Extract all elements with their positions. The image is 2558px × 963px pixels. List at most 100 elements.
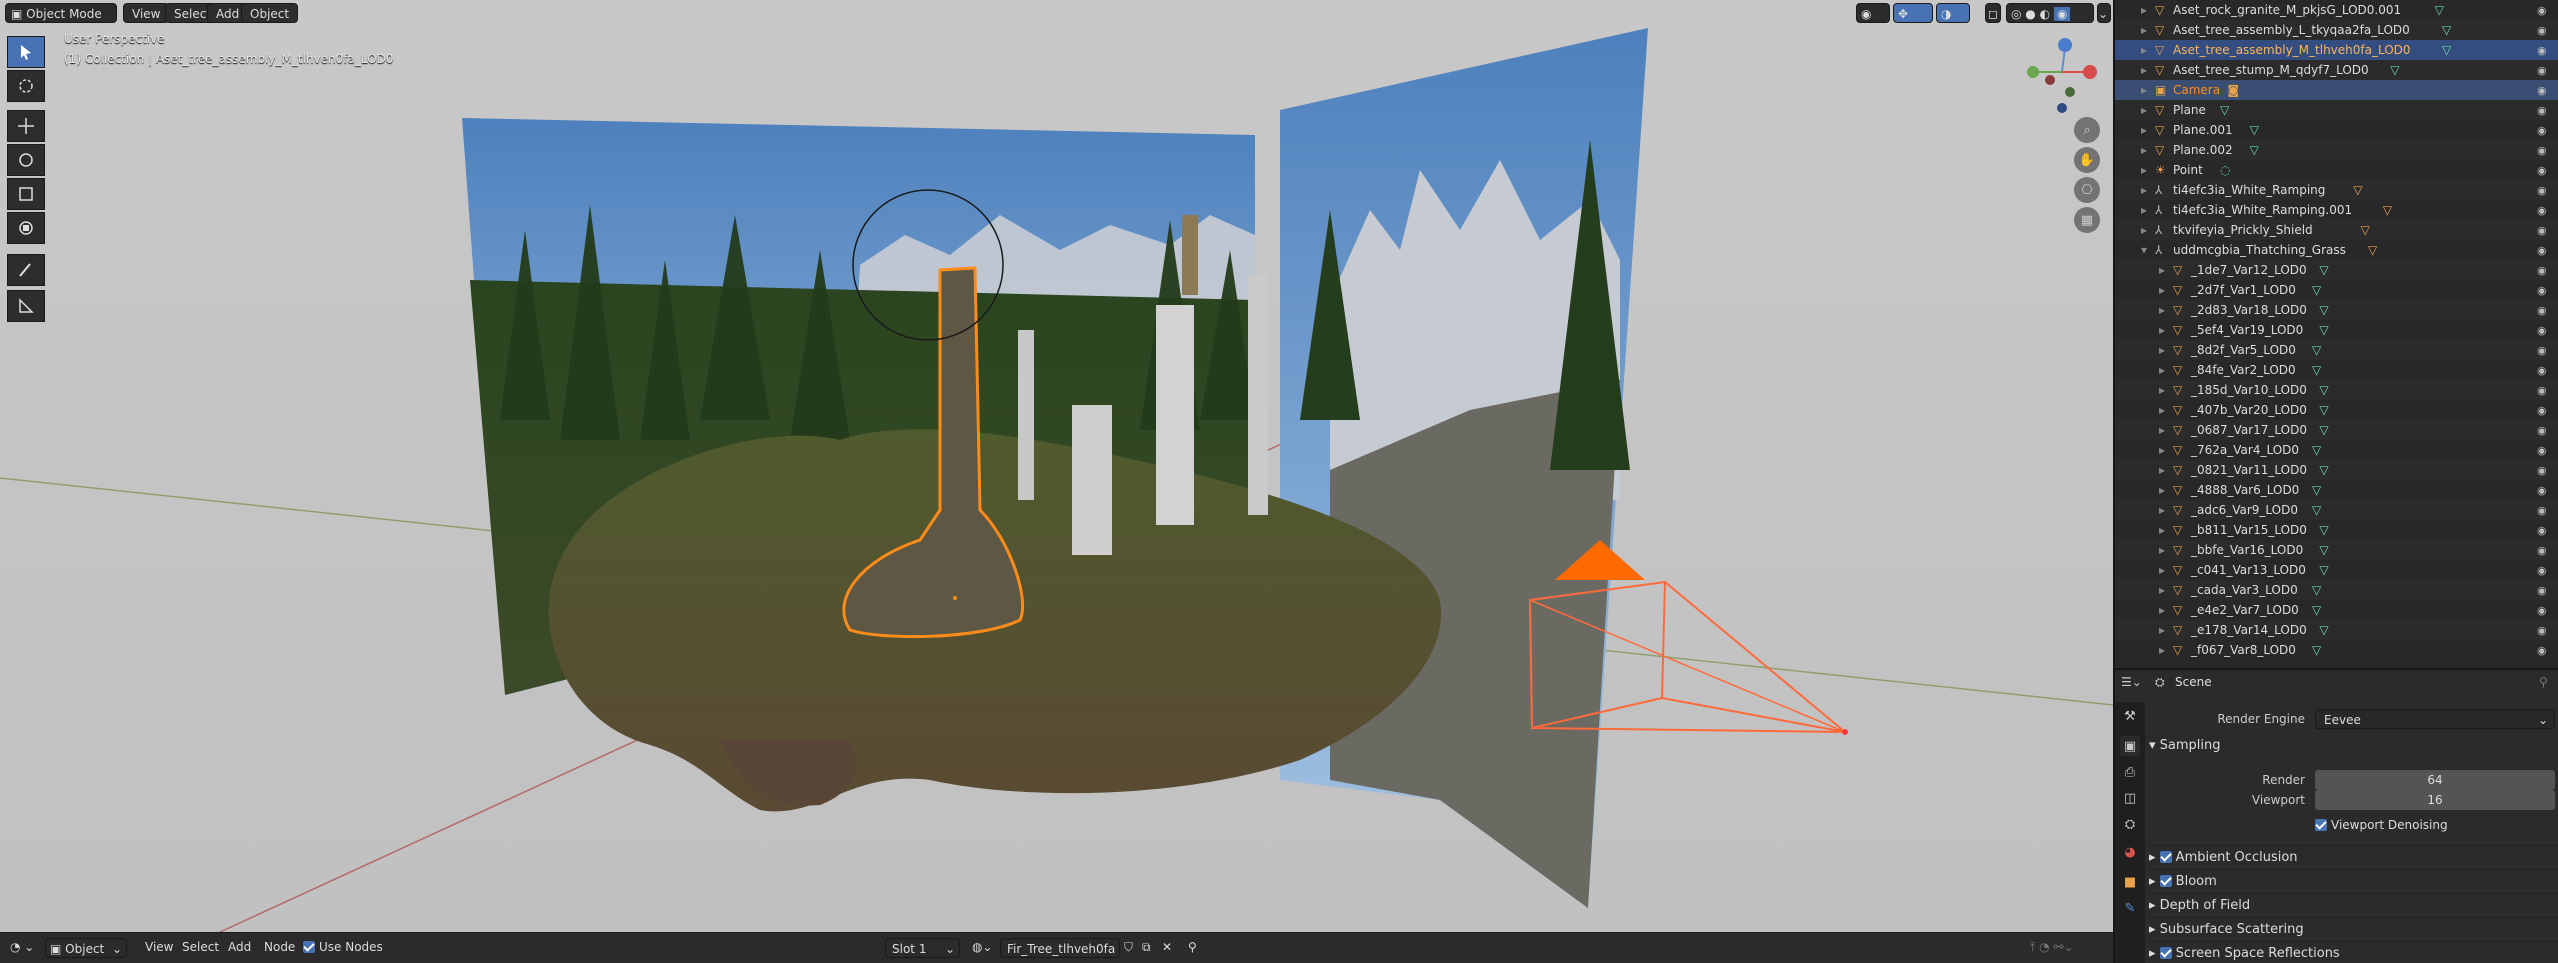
mesh-data-icon[interactable]: ▽ xyxy=(2390,63,2399,77)
outliner-panel[interactable]: ▸ ▽ Aset_rock_granite_M_pkjsG_LOD0.001 ▽ ◉ ▸ ▽… xyxy=(2113,0,2558,668)
material-browse-icon[interactable]: ◍⌄ xyxy=(972,940,993,954)
mesh-data-icon[interactable]: ▽ xyxy=(2220,103,2229,117)
camera-view-button[interactable]: ⎔ xyxy=(2074,177,2100,203)
collapsed-arrow-icon[interactable]: ▸ xyxy=(2159,403,2165,417)
mesh-data-icon[interactable]: ▽ xyxy=(2361,223,2370,237)
use-nodes-checkbox[interactable]: Use Nodes xyxy=(303,940,383,954)
bottom-menu-select[interactable]: Select xyxy=(182,940,219,954)
eye-icon[interactable]: ◉ xyxy=(2537,64,2547,77)
eye-icon[interactable]: ◉ xyxy=(2537,304,2547,317)
render-engine-dropdown[interactable]: Eevee ⌄ xyxy=(2315,709,2555,729)
mesh-data-icon[interactable]: ▽ xyxy=(2312,643,2321,657)
outliner-row[interactable]: ▸ ▽ _0821_Var11_LOD0 ▽ ◉ xyxy=(2115,460,2558,480)
rotate-tool[interactable] xyxy=(7,144,45,176)
mesh-data-icon[interactable]: ▽ xyxy=(2250,123,2259,137)
outliner-row[interactable]: ▸ ▽ _1de7_Var12_LOD0 ▽ ◉ xyxy=(2115,260,2558,280)
outliner-row[interactable]: ▸ ▽ _bbfe_Var16_LOD0 ▽ ◉ xyxy=(2115,540,2558,560)
duplicate-icon[interactable]: ⧉ xyxy=(1142,940,1151,955)
collapsed-arrow-icon[interactable]: ▸ xyxy=(2141,163,2147,177)
mesh-data-icon[interactable]: ▽ xyxy=(2312,283,2321,297)
bottom-menu-view[interactable]: View xyxy=(145,940,173,954)
mesh-data-icon[interactable]: ▽ xyxy=(2319,563,2328,577)
eye-icon[interactable]: ◉ xyxy=(2537,124,2547,137)
outliner-row[interactable]: ▸ ▽ _2d83_Var18_LOD0 ▽ ◉ xyxy=(2115,300,2558,320)
mesh-data-icon[interactable]: ▽ xyxy=(2312,443,2321,457)
eye-icon[interactable]: ◉ xyxy=(2537,644,2547,657)
eye-icon[interactable]: ◉ xyxy=(2537,264,2547,277)
eye-icon[interactable]: ◉ xyxy=(2537,4,2547,17)
eye-icon[interactable]: ◉ xyxy=(2537,364,2547,377)
mesh-data-icon[interactable]: ▽ xyxy=(2435,3,2444,17)
bottom-menu-node[interactable]: Node xyxy=(264,940,295,954)
collapsed-arrow-icon[interactable]: ▸ xyxy=(2141,103,2147,117)
xray-toggle[interactable]: ◻ xyxy=(1985,3,2001,23)
check-icon[interactable] xyxy=(2159,851,2172,863)
collapsed-arrow-icon[interactable]: ▸ xyxy=(2159,303,2165,317)
outliner-row[interactable]: ▸ ▽ _407b_Var20_LOD0 ▽ ◉ xyxy=(2115,400,2558,420)
zoom-button[interactable]: ⌕ xyxy=(2074,117,2100,143)
outliner-row[interactable]: ▸ ▽ Plane.001 ▽ ◉ xyxy=(2115,120,2558,140)
outliner-row[interactable]: ▸ ▽ Aset_tree_assembly_M_tlhveh0fa_LOD0 ▽ ◉ xyxy=(2115,40,2558,60)
collapsed-arrow-icon[interactable]: ▸ xyxy=(2141,23,2147,37)
collapsed-arrow-icon[interactable]: ▸ xyxy=(2141,203,2147,217)
output-tab[interactable]: ⎙ xyxy=(2120,762,2140,782)
expanded-arrow-icon[interactable]: ▾ xyxy=(2141,243,2147,257)
editor-type-icon[interactable]: ☰⌄ xyxy=(2121,675,2142,689)
outliner-row[interactable]: ▸ ▽ Plane ▽ ◉ xyxy=(2115,100,2558,120)
sampling-panel-header[interactable]: ▾ Sampling xyxy=(2147,738,2558,762)
slot-dropdown[interactable]: Slot 1 ⌄ xyxy=(885,938,960,958)
visibility-dropdown[interactable]: ◉ xyxy=(1856,3,1890,23)
mesh-data-icon[interactable]: ▽ xyxy=(2250,143,2259,157)
snap-icons[interactable]: ⤒ ◔ ⚯⌄ xyxy=(2030,940,2074,955)
panel-header[interactable]: ▸ Screen Space Reflections xyxy=(2147,941,2558,963)
eye-icon[interactable]: ◉ xyxy=(2537,44,2547,57)
eye-icon[interactable]: ◉ xyxy=(2537,584,2547,597)
eye-icon[interactable]: ◉ xyxy=(2537,224,2547,237)
pan-button[interactable]: ✋ xyxy=(2074,147,2100,173)
collapsed-arrow-icon[interactable]: ▸ xyxy=(2159,503,2165,517)
mesh-data-icon[interactable]: ▽ xyxy=(2312,363,2321,377)
collapsed-arrow-icon[interactable]: ▸ xyxy=(2141,183,2147,197)
outliner-row[interactable]: ▸ ▽ _0687_Var17_LOD0 ▽ ◉ xyxy=(2115,420,2558,440)
collapsed-arrow-icon[interactable]: ▸ xyxy=(2159,363,2165,377)
collapsed-arrow-icon[interactable]: ▸ xyxy=(2141,43,2147,57)
mesh-data-icon[interactable]: ▽ xyxy=(2383,203,2392,217)
eye-icon[interactable]: ◉ xyxy=(2537,484,2547,497)
material-name-field[interactable]: Fir_Tree_tlhveh0fa xyxy=(1000,938,1120,958)
eye-icon[interactable]: ◉ xyxy=(2537,344,2547,357)
panel-header[interactable]: ▸ Ambient Occlusion xyxy=(2147,845,2558,869)
collapsed-arrow-icon[interactable]: ▸ xyxy=(2159,623,2165,637)
collapsed-arrow-icon[interactable]: ▸ xyxy=(2159,583,2165,597)
camera-data-icon[interactable]: ◙ xyxy=(2227,83,2239,97)
mesh-data-icon[interactable]: ▽ xyxy=(2312,503,2321,517)
mesh-data-icon[interactable]: ▽ xyxy=(2319,323,2328,337)
collapsed-arrow-icon[interactable]: ▸ xyxy=(2141,123,2147,137)
outliner-row[interactable]: ▸ ▽ _b811_Var15_LOD0 ▽ ◉ xyxy=(2115,520,2558,540)
check-icon[interactable] xyxy=(2159,947,2172,959)
collapsed-arrow-icon[interactable]: ▸ xyxy=(2159,443,2165,457)
mesh-data-icon[interactable]: ▽ xyxy=(2319,623,2328,637)
mesh-data-icon[interactable]: ▽ xyxy=(2319,403,2328,417)
mesh-data-icon[interactable]: ▽ xyxy=(2353,183,2362,197)
collapsed-arrow-icon[interactable]: ▸ xyxy=(2159,383,2165,397)
viewport-samples-field[interactable]: 16 xyxy=(2315,790,2555,810)
collapsed-arrow-icon[interactable]: ▸ xyxy=(2159,483,2165,497)
eye-icon[interactable]: ◉ xyxy=(2537,604,2547,617)
mesh-data-icon[interactable]: ▽ xyxy=(2442,23,2451,37)
viewport-scene[interactable] xyxy=(0,0,2113,932)
outliner-row[interactable]: ▸ ⅄ tkvifeyia_Prickly_Shield ▽ ◉ xyxy=(2115,220,2558,240)
collapsed-arrow-icon[interactable]: ▸ xyxy=(2159,603,2165,617)
outliner-row[interactable]: ▸ ▽ Plane.002 ▽ ◉ xyxy=(2115,140,2558,160)
collapsed-arrow-icon[interactable]: ▸ xyxy=(2159,423,2165,437)
mesh-data-icon[interactable]: ▽ xyxy=(2319,463,2328,477)
panel-header[interactable]: ▸ Bloom xyxy=(2147,869,2558,893)
mesh-data-icon[interactable]: ▽ xyxy=(2319,263,2328,277)
outliner-row[interactable]: ▸ ⅄ ti4efc3ia_White_Ramping.001 ▽ ◉ xyxy=(2115,200,2558,220)
collapsed-arrow-icon[interactable]: ▸ xyxy=(2159,543,2165,557)
mesh-data-icon[interactable]: ◌ xyxy=(2220,163,2230,177)
panel-header[interactable]: ▸ Depth of Field xyxy=(2147,893,2558,917)
eye-icon[interactable]: ◉ xyxy=(2537,204,2547,217)
collapsed-arrow-icon[interactable]: ▸ xyxy=(2159,463,2165,477)
3d-viewport[interactable]: ▣ Object Mode ⌄ View Select Add Object ◉… xyxy=(0,0,2113,932)
mesh-data-icon[interactable]: ▽ xyxy=(2312,603,2321,617)
